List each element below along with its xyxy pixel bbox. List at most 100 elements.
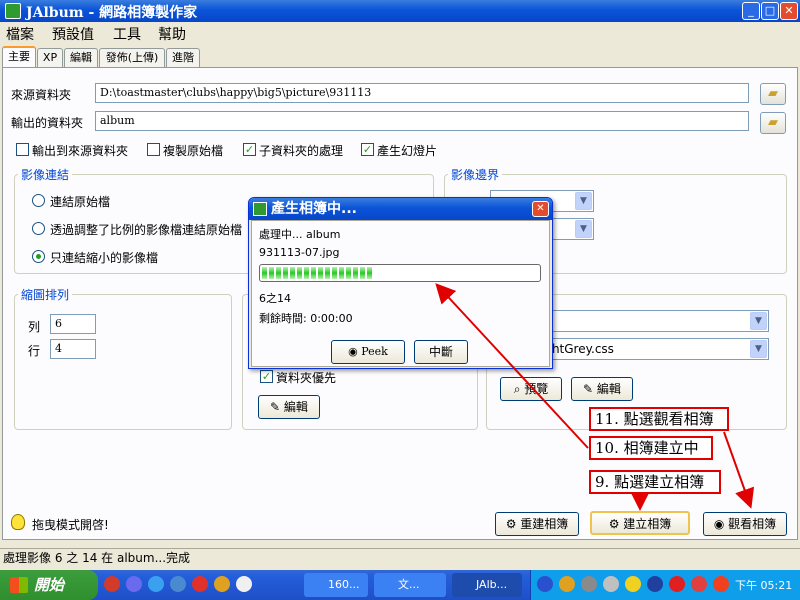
quicklaunch-icon-6[interactable] [214, 576, 230, 592]
globe-icon: ◉ [713, 517, 729, 531]
taskbar-item-jalbum[interactable]: JAlb... [452, 573, 522, 597]
app-icon [5, 3, 21, 19]
tray-icon-1[interactable] [537, 576, 553, 592]
columns-input[interactable]: 6 [50, 314, 96, 334]
quicklaunch-icon-5[interactable] [192, 576, 208, 592]
output-folder-label: 輸出的資料夾 [11, 116, 84, 130]
link-thumbnail-radio[interactable] [32, 250, 45, 263]
current-file-label: 931113-07.jpg [259, 246, 340, 259]
progress-segment [367, 267, 372, 279]
menu-tools[interactable]: 工具 [113, 24, 141, 44]
tray-icon-7[interactable] [669, 576, 685, 592]
progress-segment [346, 267, 351, 279]
quicklaunch-icon-4[interactable] [170, 576, 186, 592]
make-slideshow-checkbox[interactable]: ✓ [361, 143, 374, 156]
tray-icon-2[interactable] [559, 576, 575, 592]
progress-segment [332, 267, 337, 279]
tray-icon-4[interactable] [603, 576, 619, 592]
output-to-source-checkbox[interactable] [16, 143, 29, 156]
menu-file[interactable]: 檔案 [6, 24, 34, 44]
build-album-label: 建立相簿 [623, 517, 672, 531]
chevron-down-icon: ▼ [750, 312, 767, 330]
rebuild-album-button[interactable]: ⚙ 重建相簿 [495, 512, 579, 536]
menu-preferences[interactable]: 預設值 [52, 24, 94, 44]
process-subfolders-checkbox[interactable]: ✓ [243, 143, 256, 156]
progress-dialog-titlebar[interactable]: 產生相簿中... [249, 198, 552, 220]
link-original-label: 連結原始檔 [50, 195, 111, 209]
rows-label: 行 [28, 344, 41, 358]
process-subfolders-label: 子資料夾的處理 [259, 144, 344, 158]
windows-flag-icon [10, 577, 28, 593]
image-linking-title: 影像連結 [18, 166, 73, 183]
title-bar[interactable]: JAlbum - 網路相簿製作家 _ □ ✕ [0, 0, 800, 22]
link-scaled-radio[interactable] [32, 222, 45, 235]
copy-originals-label: 複製原始檔 [163, 144, 224, 158]
tab-xp[interactable]: XP [37, 48, 63, 67]
chevron-down-icon: ▼ [750, 340, 767, 358]
folders-first-checkbox[interactable]: ✓ [260, 370, 273, 383]
progress-segment [360, 267, 365, 279]
taskbar: 開始 160... 文... JAlb... 下午 05:21 [0, 570, 800, 600]
tray-icon-5[interactable] [625, 576, 641, 592]
view-album-label: 觀看相簿 [728, 517, 777, 531]
link-original-radio[interactable] [32, 194, 45, 207]
clock[interactable]: 下午 05:21 [735, 577, 792, 593]
callout-step-9: 9. 點選建立相簿 [589, 470, 721, 494]
peek-button[interactable]: ◉ Peek [331, 340, 405, 364]
progress-segment [297, 267, 302, 279]
status-bar: 處理影像 6 之 14 在 album...完成 [0, 548, 800, 568]
tab-main[interactable]: 主要 [2, 46, 36, 68]
progress-bar-fill [262, 267, 381, 279]
tab-advanced[interactable]: 進階 [166, 48, 200, 67]
folder-open-icon: ▰ [768, 115, 778, 130]
menu-help[interactable]: 幫助 [158, 24, 186, 44]
quicklaunch-icon-1[interactable] [104, 576, 120, 592]
abort-button[interactable]: 中斷 [414, 340, 468, 364]
progress-segment [353, 267, 358, 279]
source-folder-browse-button[interactable]: ▰ [760, 83, 786, 105]
edit-button-mid[interactable]: ✎ 編輯 [258, 395, 320, 419]
remaining-time-label: 剩餘時間: 0:00:00 [259, 312, 353, 325]
source-folder-label: 來源資料夾 [11, 88, 72, 102]
link-thumbnail-label: 只連結縮小的影像檔 [50, 251, 159, 265]
pencil-icon: ✎ [270, 400, 284, 414]
tab-publish[interactable]: 發佈(上傳) [99, 48, 165, 67]
progress-segment [283, 267, 288, 279]
output-folder-browse-button[interactable]: ▰ [760, 112, 786, 134]
make-slideshow-label: 產生幻燈片 [377, 144, 438, 158]
taskbar-item-1[interactable]: 160... [304, 573, 368, 597]
chevron-down-icon: ▼ [575, 220, 592, 238]
tray-icon-3[interactable] [581, 576, 597, 592]
taskbar-item-2[interactable]: 文... [374, 573, 446, 597]
callout-step-10: 10. 相簿建立中 [589, 436, 713, 460]
tray-icon-6[interactable] [647, 576, 663, 592]
view-album-button[interactable]: ◉ 觀看相簿 [703, 512, 787, 536]
start-label: 開始 [34, 576, 65, 594]
output-folder-input[interactable]: album [95, 111, 749, 131]
preview-button-label: 預覽 [524, 382, 549, 396]
style-edit-button-label: 編輯 [596, 382, 621, 396]
tray-icon-8[interactable] [691, 576, 707, 592]
ie-icon[interactable] [148, 576, 164, 592]
tray-icon-9[interactable] [713, 576, 729, 592]
quicklaunch-icon-2[interactable] [126, 576, 142, 592]
dialog-close-icon[interactable]: ✕ [532, 201, 549, 217]
tab-edit[interactable]: 編輯 [64, 48, 98, 67]
style-edit-button[interactable]: ✎ 編輯 [571, 377, 633, 401]
close-button[interactable]: ✕ [780, 2, 798, 20]
minimize-button[interactable]: _ [742, 2, 760, 20]
link-scaled-label: 透過調整了比例的影像檔連結原始檔 [50, 223, 243, 237]
globe-icon: ◉ [348, 345, 362, 358]
thumbnail-layout-group [14, 294, 232, 430]
image-border-title: 影像邊界 [448, 166, 503, 183]
rows-input[interactable]: 4 [50, 339, 96, 359]
progress-segment [318, 267, 323, 279]
quicklaunch-icon-7[interactable] [236, 576, 252, 592]
source-folder-input[interactable]: D:\toastmaster\clubs\happy\big5\picture\… [95, 83, 749, 103]
copy-originals-checkbox[interactable] [147, 143, 160, 156]
build-album-button[interactable]: ⚙ 建立相簿 [590, 511, 690, 535]
thumbnail-layout-title: 縮圖排列 [18, 286, 73, 303]
maximize-button[interactable]: □ [761, 2, 779, 20]
progress-bar [259, 264, 541, 282]
preview-button[interactable]: ⌕ 預覽 [500, 377, 562, 401]
